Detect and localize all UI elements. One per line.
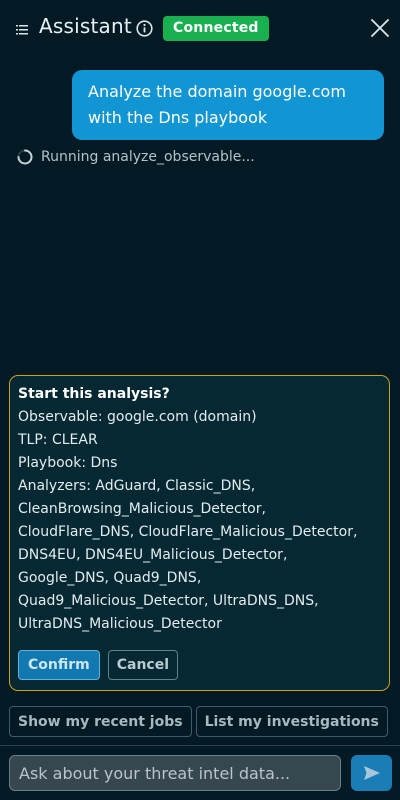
analyzers-line: Google_DNS, Quad9_DNS,: [18, 570, 202, 586]
tlp-line: TLP: CLEAR: [18, 432, 98, 448]
suggestion-chips: Show my recent jobs List my investigatio…: [9, 706, 388, 737]
suggestion-recent-jobs[interactable]: Show my recent jobs: [9, 706, 192, 737]
confirm-button[interactable]: Confirm: [18, 650, 100, 680]
send-icon: [363, 766, 380, 780]
info-icon[interactable]: [136, 20, 153, 37]
close-icon[interactable]: [370, 18, 390, 38]
analyzers-line: CleanBrowsing_Malicious_Detector,: [18, 501, 266, 517]
analyzers-line: Quad9_Malicious_Detector, UltraDNS_DNS,: [18, 593, 319, 609]
page-title: Assistant: [39, 14, 132, 38]
assistant-header: Assistant Connected: [0, 0, 400, 56]
analyzers-line: CloudFlare_DNS, CloudFlare_Malicious_Det…: [18, 524, 358, 540]
send-button[interactable]: [351, 755, 392, 791]
chat-input[interactable]: [9, 755, 341, 791]
composer-divider: [0, 745, 400, 746]
confirmation-actions: Confirm Cancel: [18, 650, 179, 680]
user-message-bubble: Analyze the domain google.com with the D…: [72, 70, 384, 140]
observable-line: Observable: google.com (domain): [18, 409, 257, 425]
playbook-line: Playbook: Dns: [18, 455, 118, 471]
suggestion-investigations[interactable]: List my investigations: [195, 706, 388, 737]
spinner-icon: [17, 149, 33, 165]
list-icon[interactable]: [16, 24, 28, 36]
analyzers-line: DNS4EU, DNS4EU_Malicious_Detector,: [18, 547, 288, 563]
confirmation-title: Start this analysis?: [18, 386, 170, 402]
confirmation-card: Start this analysis? Observable: google.…: [9, 375, 390, 691]
analyzers-line: UltraDNS_Malicious_Detector: [18, 616, 222, 632]
running-text: Running analyze_observable...: [41, 149, 255, 165]
composer: [9, 755, 341, 791]
tool-running-indicator: Running analyze_observable...: [17, 149, 255, 165]
cancel-button[interactable]: Cancel: [107, 650, 179, 680]
status-badge: Connected: [163, 16, 269, 41]
analyzers-line: Analyzers: AdGuard, Classic_DNS,: [18, 478, 256, 494]
